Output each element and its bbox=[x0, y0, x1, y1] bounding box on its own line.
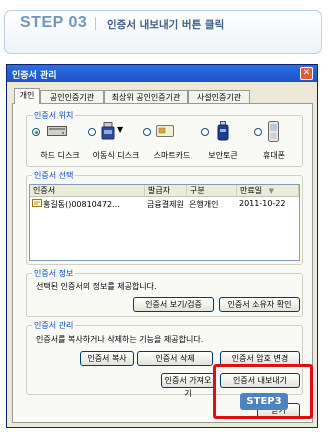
certificate-type: 은행개인 bbox=[189, 200, 219, 209]
certificate-expiry: 2011-10-22 bbox=[239, 199, 286, 208]
tab-public-ca[interactable]: 공인인증기관 bbox=[40, 90, 104, 103]
smart-card-radio[interactable] bbox=[143, 128, 151, 136]
security-token-radio[interactable] bbox=[201, 128, 209, 136]
certificate-info-text: 선택된 인증서의 정보를 제공합니다. bbox=[36, 282, 157, 291]
certificate-location-label: 인증서 위치 bbox=[32, 110, 76, 121]
tab-root-ca[interactable]: 최상위 공인인증기관 bbox=[104, 90, 188, 103]
view-certificate-button[interactable]: 인증서 보기/검증 bbox=[133, 297, 214, 312]
tab-personal[interactable]: 개인 bbox=[14, 88, 40, 104]
certificate-info-label: 인증서 정보 bbox=[32, 268, 76, 279]
window-close-button[interactable]: ✕ bbox=[300, 67, 313, 80]
certificate-selection-label: 인증서 선택 bbox=[32, 170, 76, 181]
column-header-expiry-label: 만료일 bbox=[240, 186, 263, 195]
column-header-type[interactable]: 구분 bbox=[187, 185, 237, 197]
mobile-phone-label: 휴대폰 bbox=[262, 151, 286, 160]
column-header-certificate[interactable]: 인증서 bbox=[30, 185, 145, 197]
tab-private-ca[interactable]: 사설인증기관 bbox=[188, 90, 250, 103]
removable-disk-label: 이동식 디스크 bbox=[92, 151, 140, 160]
certificate-issuer: 금융결제원 bbox=[147, 200, 184, 209]
certificate-name: 홍길동()00810472... bbox=[43, 200, 120, 209]
step3-highlight bbox=[213, 364, 313, 419]
certificate-icon bbox=[32, 199, 42, 207]
verify-owner-button[interactable]: 인증서 소유자 확인 bbox=[219, 297, 300, 312]
step-number: STEP 03 bbox=[20, 14, 88, 31]
import-certificate-button[interactable]: 인증서 가져오기 bbox=[161, 373, 215, 398]
sort-down-icon: ▼ bbox=[268, 187, 275, 195]
hard-disk-radio[interactable] bbox=[32, 128, 40, 136]
step3-tag: STEP3 bbox=[240, 393, 288, 410]
step-divider bbox=[95, 17, 96, 30]
removable-disk-icon[interactable] bbox=[101, 122, 115, 140]
removable-disk-radio[interactable] bbox=[88, 128, 96, 136]
mobile-phone-radio[interactable] bbox=[254, 128, 262, 136]
delete-certificate-button[interactable]: 인증서 삭제 bbox=[137, 351, 213, 366]
security-token-icon[interactable] bbox=[217, 121, 229, 141]
step-title: 인증서 내보내기 버튼 클릭 bbox=[107, 19, 225, 31]
hard-disk-icon[interactable] bbox=[47, 124, 67, 138]
column-header-expiry[interactable]: 만료일 ▼ bbox=[237, 185, 299, 197]
hard-disk-label: 하드 디스크 bbox=[40, 151, 80, 160]
chevron-down-icon[interactable]: ▼ bbox=[117, 125, 123, 134]
mobile-phone-icon[interactable] bbox=[268, 121, 279, 142]
smart-card-icon[interactable] bbox=[156, 124, 174, 138]
window-title: 인증서 관리 bbox=[12, 71, 57, 81]
certificate-management-text: 인증서를 복사하거나 삭제하는 기능을 제공합니다. bbox=[36, 335, 204, 344]
copy-certificate-button[interactable]: 인증서 복사 bbox=[80, 351, 134, 366]
certificate-management-label: 인증서 관리 bbox=[32, 320, 76, 331]
column-header-issuer[interactable]: 발급자 bbox=[145, 185, 187, 197]
